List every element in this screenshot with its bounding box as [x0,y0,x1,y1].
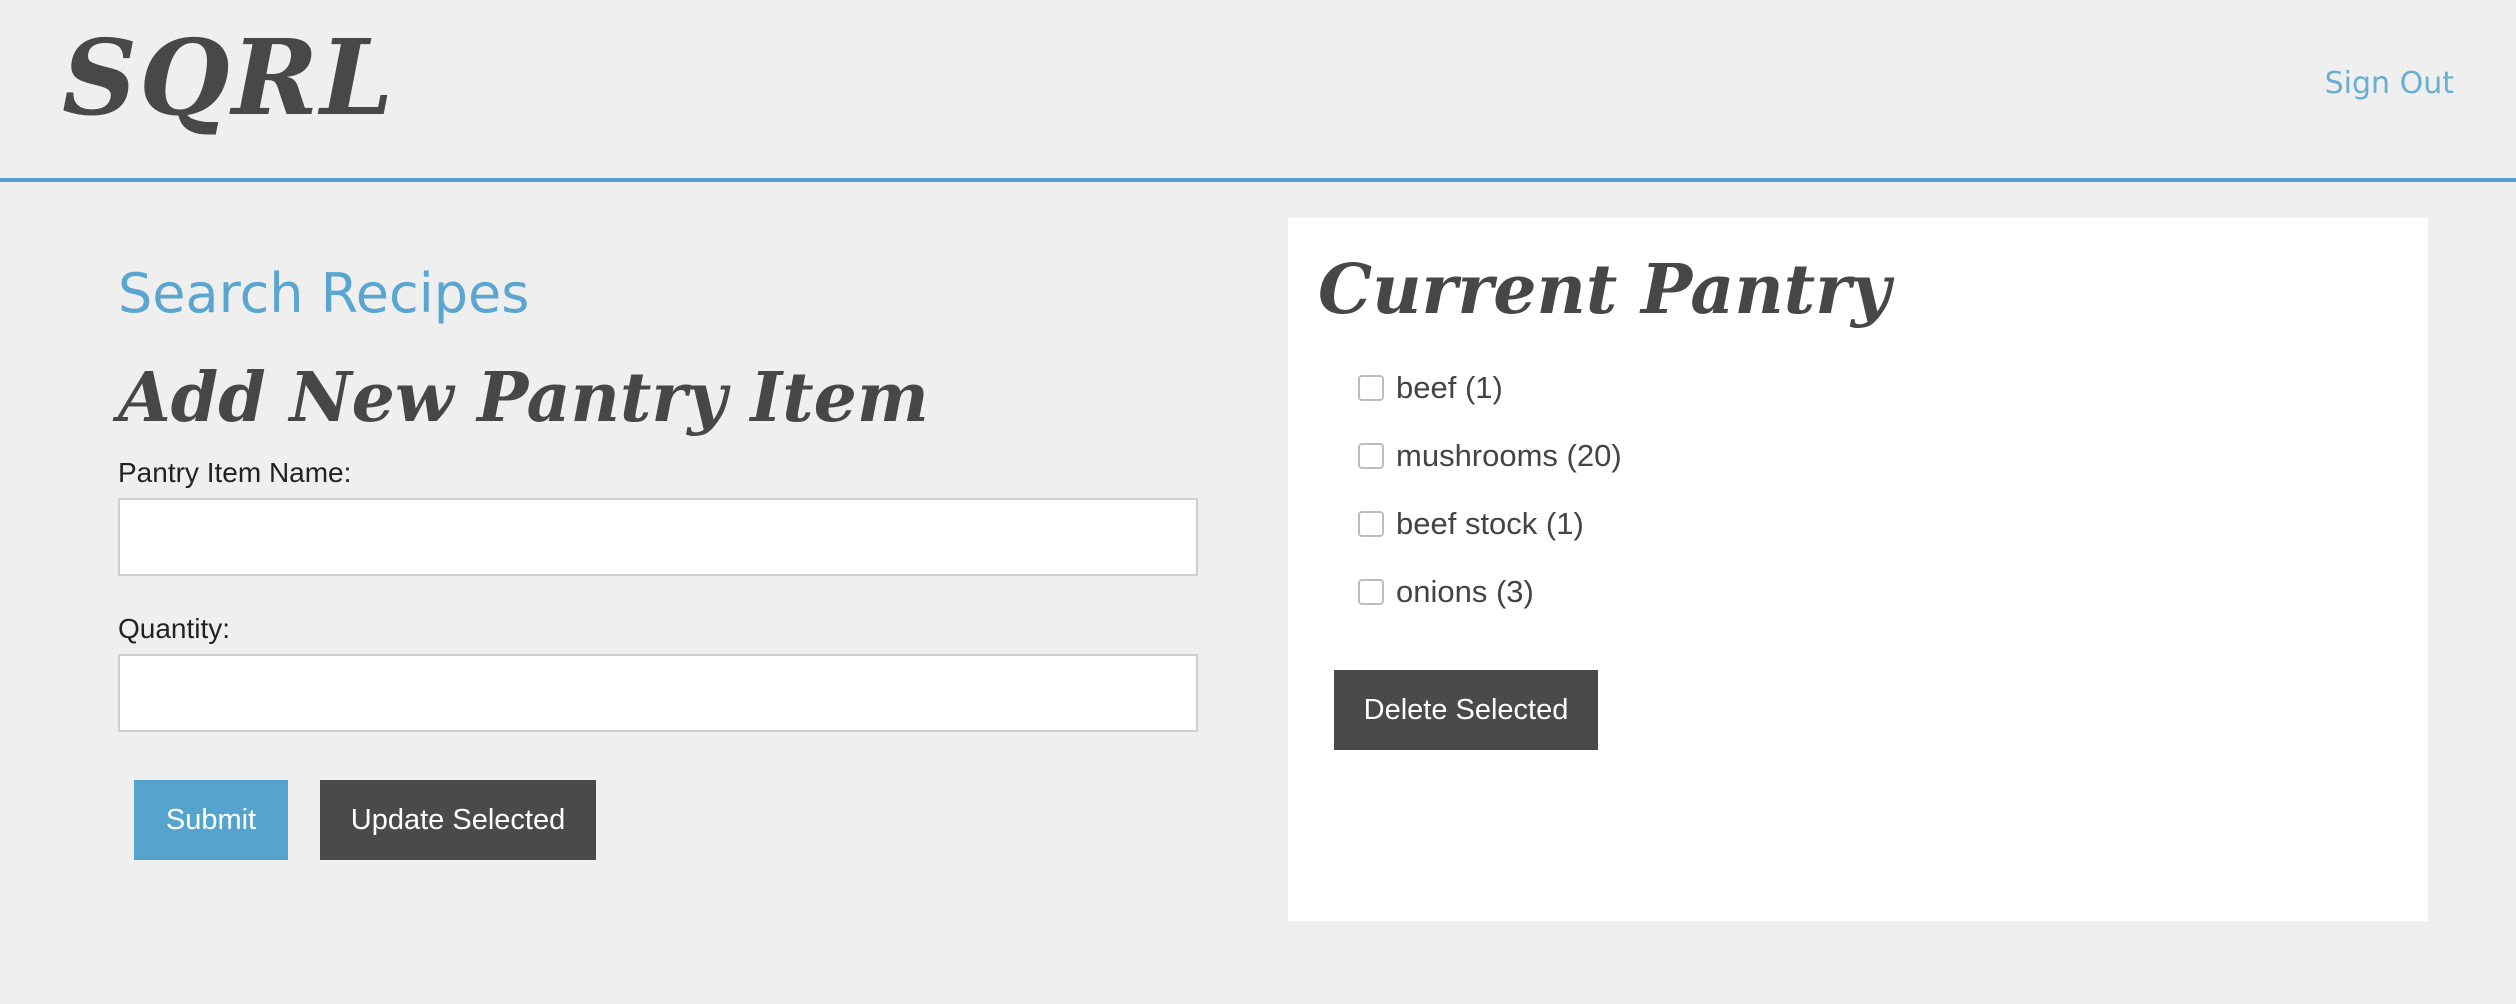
site-header: SQRL Sign Out [0,0,2516,182]
quantity-label: Quantity: [118,613,231,644]
pantry-item-name-label: Pantry Item Name: [118,457,352,488]
submit-button[interactable]: Submit [134,780,288,860]
pantry-item-label: onions (3) [1396,574,1534,609]
update-selected-button[interactable]: Update Selected [320,780,596,860]
quantity-input[interactable] [118,654,1198,732]
pantry-item-name-input[interactable] [118,498,1198,576]
add-pantry-item-heading: Add New Pantry Item [118,358,929,438]
pantry-item-label: beef (1) [1396,370,1503,405]
pantry-item-checkbox[interactable] [1358,511,1384,537]
pantry-list-item: onions (3) [1358,558,1622,626]
pantry-item-checkbox[interactable] [1358,579,1384,605]
pantry-list: beef (1) mushrooms (20) beef stock (1) o… [1358,354,1622,626]
pantry-item-checkbox[interactable] [1358,443,1384,469]
search-recipes-link[interactable]: Search Recipes [118,258,1198,330]
pantry-list-item: beef stock (1) [1358,490,1622,558]
sqrl-logo[interactable]: SQRL [62,16,395,141]
add-item-section: Search Recipes Add New Pantry Item Pantr… [118,258,1198,860]
form-button-row: Submit Update Selected [134,780,1198,860]
pantry-item-label: beef stock (1) [1396,506,1584,541]
pantry-item-checkbox[interactable] [1358,375,1384,401]
sign-out-link[interactable]: Sign Out [2325,66,2454,101]
current-pantry-heading: Current Pantry [1318,250,1891,330]
pantry-list-item: beef (1) [1358,354,1622,422]
pantry-list-item: mushrooms (20) [1358,422,1622,490]
delete-selected-button[interactable]: Delete Selected [1334,670,1598,750]
current-pantry-panel: Current Pantry beef (1) mushrooms (20) b… [1288,218,2428,921]
pantry-item-label: mushrooms (20) [1396,438,1622,473]
